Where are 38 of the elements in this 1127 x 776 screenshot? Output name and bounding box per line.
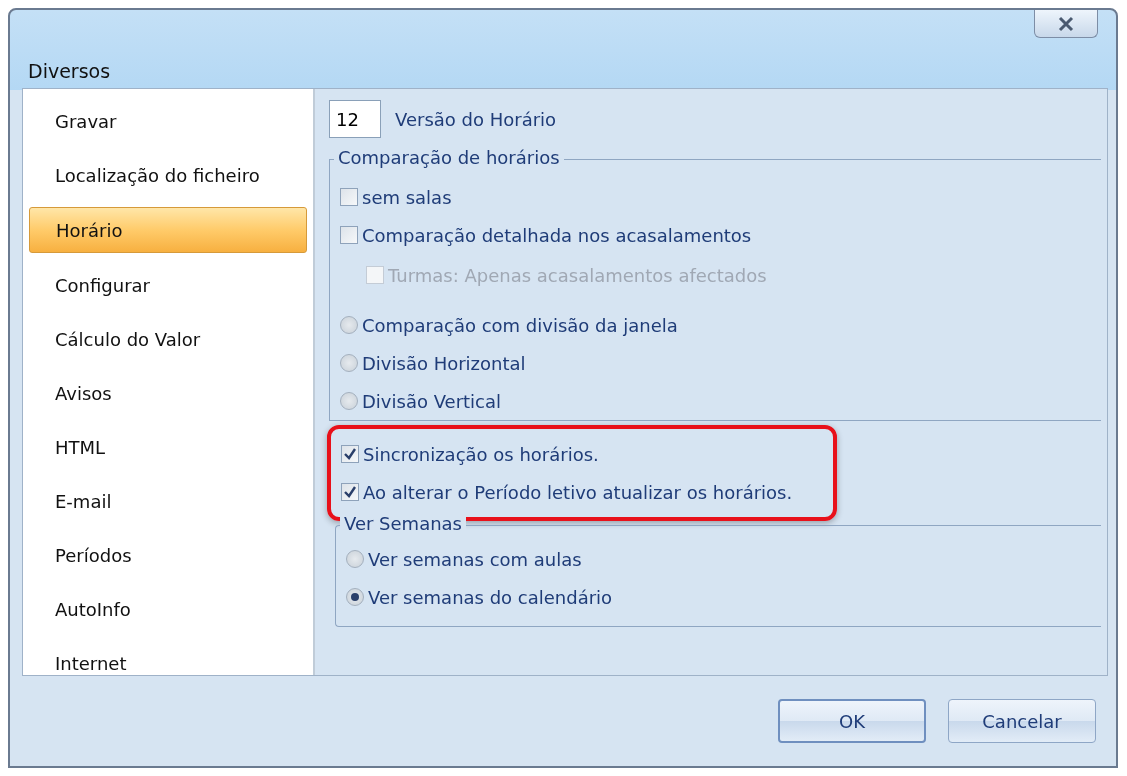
sidebar-item[interactable]: Avisos bbox=[29, 371, 307, 415]
close-button[interactable] bbox=[1034, 10, 1098, 38]
checkbox-label: Ao alterar o Período letivo atualizar os horários. bbox=[363, 481, 793, 503]
close-icon bbox=[1056, 15, 1076, 32]
checkbox-label: sem salas bbox=[362, 186, 452, 208]
sidebar-item[interactable]: Períodos bbox=[29, 533, 307, 577]
sidebar-item[interactable]: HTML bbox=[29, 425, 307, 469]
sidebar-item[interactable]: Cálculo do Valor bbox=[29, 317, 307, 361]
checkbox[interactable] bbox=[341, 483, 359, 501]
dialog-button[interactable]: Cancelar bbox=[948, 699, 1096, 743]
sidebar-item[interactable]: E-mail bbox=[29, 479, 307, 523]
radio-label: Ver semanas do calendário bbox=[368, 586, 613, 608]
radio-button[interactable] bbox=[346, 550, 364, 568]
radio-label: Divisão Vertical bbox=[362, 390, 502, 412]
checkbox-label: Sincronização os horários. bbox=[363, 443, 599, 465]
version-label: Versão do Horário bbox=[395, 108, 557, 130]
radio-button[interactable] bbox=[340, 354, 358, 372]
sidebar-item[interactable]: Gravar bbox=[29, 99, 307, 143]
window-title: Diversos bbox=[28, 60, 111, 82]
sidebar-item[interactable]: Internet bbox=[29, 641, 307, 685]
checkbox-label: Turmas: Apenas acasalamentos afectados bbox=[388, 264, 767, 286]
dialog-button[interactable]: OK bbox=[778, 699, 926, 743]
sidebar-item[interactable]: Horário bbox=[29, 207, 307, 253]
version-field[interactable]: 12 bbox=[329, 100, 381, 138]
group-legend: Comparação de horários bbox=[334, 147, 564, 168]
radio-label: Ver semanas com aulas bbox=[368, 548, 582, 570]
radio-label: Comparação com divisão da janela bbox=[362, 314, 678, 336]
checkbox[interactable] bbox=[340, 226, 358, 244]
radio-label: Divisão Horizontal bbox=[362, 352, 526, 374]
radio-button[interactable] bbox=[340, 316, 358, 334]
sidebar-item[interactable]: AutoInfo bbox=[29, 587, 307, 631]
radio-button[interactable] bbox=[340, 392, 358, 410]
checkbox-label: Comparação detalhada nos acasalamentos bbox=[362, 224, 752, 246]
sidebar-item[interactable]: Configurar bbox=[29, 263, 307, 307]
sidebar-item[interactable]: Localização do ficheiro bbox=[29, 153, 307, 197]
radio-button[interactable] bbox=[346, 588, 364, 606]
checkbox[interactable] bbox=[340, 188, 358, 206]
checkbox[interactable] bbox=[341, 445, 359, 463]
